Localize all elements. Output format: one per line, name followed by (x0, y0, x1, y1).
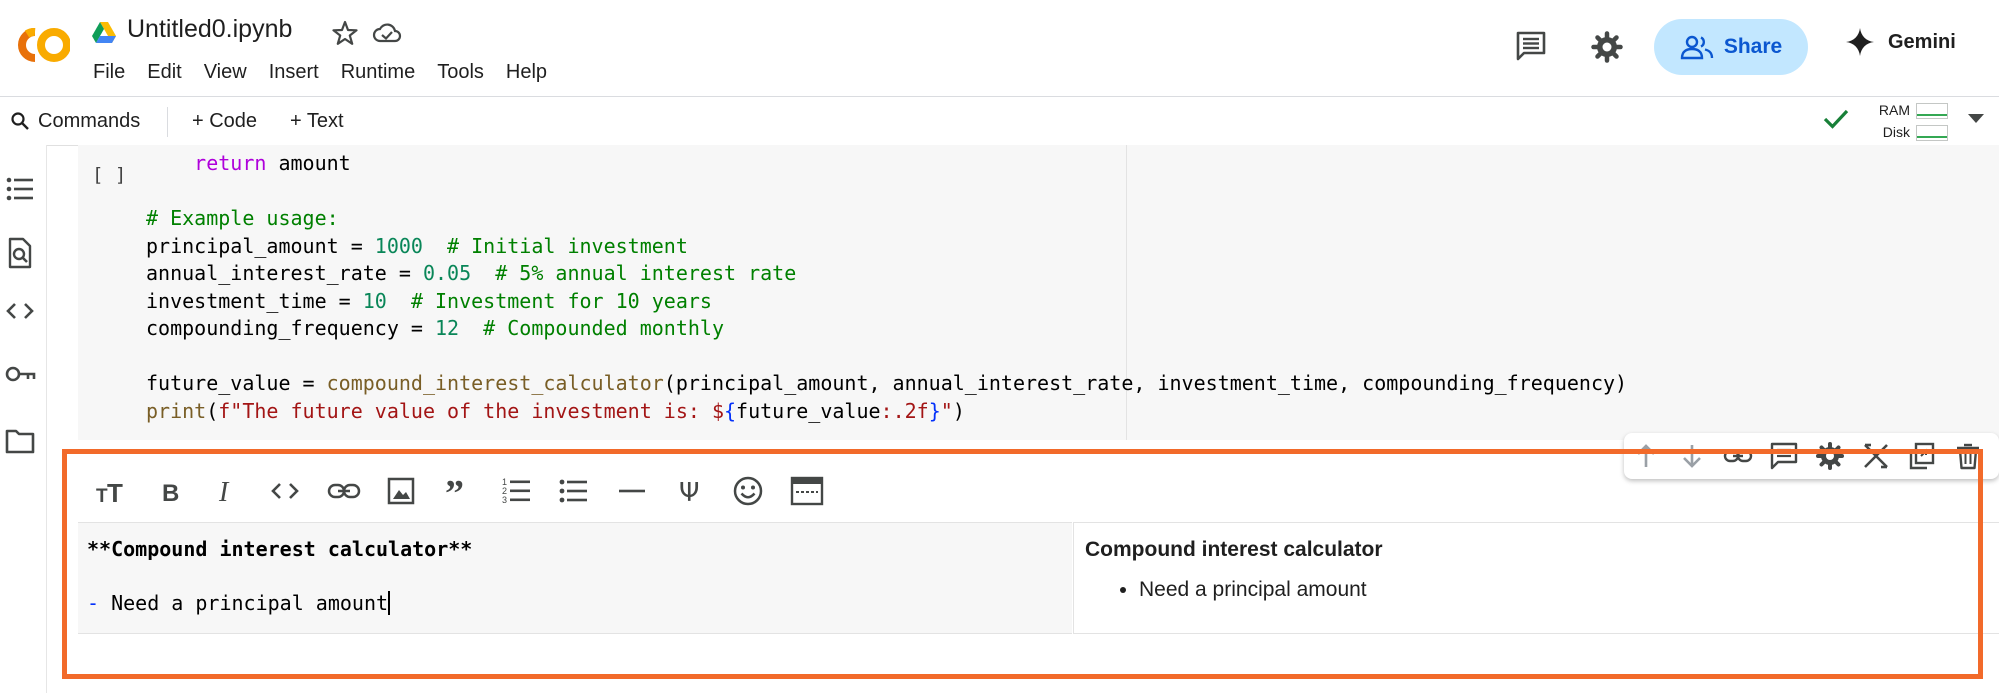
preview-heading: Compound interest calculator (1085, 538, 1383, 561)
horizontal-rule-icon[interactable] (613, 472, 651, 510)
run-cell-indicator[interactable]: [ ] (92, 164, 126, 186)
svg-text:Ψ: Ψ (679, 478, 699, 508)
gemini-button[interactable]: Gemini (1846, 28, 1956, 56)
link-icon[interactable] (325, 472, 363, 510)
svg-text:I: I (218, 477, 230, 508)
markdown-editor[interactable]: **Compound interest calculator** - Need … (78, 522, 1072, 634)
menu-view[interactable]: View (193, 59, 258, 86)
mirror-cell-icon[interactable] (1861, 441, 1891, 471)
gemini-label: Gemini (1888, 30, 1956, 53)
left-rail (0, 145, 47, 693)
commands-label: Commands (38, 109, 141, 132)
gemini-sparkle-icon (1846, 28, 1874, 56)
bulleted-list-icon[interactable] (555, 472, 593, 510)
share-label: Share (1723, 35, 1783, 58)
add-code-button[interactable]: + Code (192, 97, 257, 145)
copy-cell-icon[interactable] (1907, 441, 1937, 471)
find-replace-icon[interactable] (4, 237, 36, 269)
svg-text:B: B (162, 480, 179, 507)
code-editor[interactable]: return amount # Example usage: principal… (146, 150, 1627, 425)
link-cell-icon[interactable] (1723, 441, 1753, 471)
cloud-saved-icon[interactable] (372, 20, 402, 46)
markdown-preview: Compound interest calculator Need a prin… (1073, 522, 1999, 634)
table-of-contents-icon[interactable] (4, 173, 36, 205)
disk-label: Disk (1882, 124, 1910, 140)
bold-icon[interactable]: B (152, 472, 190, 510)
add-text-button[interactable]: + Text (290, 97, 344, 145)
image-icon[interactable] (382, 472, 420, 510)
move-down-icon[interactable] (1677, 441, 1707, 471)
resource-meter[interactable]: RAM Disk (1870, 100, 1948, 144)
cell-settings-icon[interactable] (1815, 441, 1845, 471)
italic-icon[interactable]: I (208, 472, 246, 510)
ram-label: RAM (1878, 102, 1910, 118)
google-drive-icon[interactable] (92, 21, 116, 43)
delete-icon[interactable] (1953, 441, 1983, 471)
preview-list-item: Need a principal amount (1139, 578, 1367, 602)
connected-check-icon (1822, 106, 1850, 132)
toolbar-divider (167, 107, 168, 137)
comments-icon[interactable] (1514, 30, 1548, 62)
code-icon[interactable] (266, 472, 304, 510)
commands-button[interactable]: Commands (10, 97, 140, 145)
svg-text:3: 3 (502, 495, 507, 505)
latex-psi-icon[interactable]: Ψ (671, 472, 709, 510)
table-icon[interactable] (788, 472, 826, 510)
ram-usage-bar (1916, 103, 1948, 119)
menu-edit[interactable]: Edit (136, 59, 192, 86)
star-icon[interactable] (332, 20, 358, 46)
secrets-key-icon[interactable] (4, 358, 36, 390)
people-icon (1680, 35, 1714, 60)
settings-gear-icon[interactable] (1590, 30, 1624, 64)
menu-tools[interactable]: Tools (426, 59, 495, 86)
notebook-title[interactable]: Untitled0.ipynb (127, 15, 292, 44)
cell-actions-toolbar (1624, 433, 1999, 479)
colab-logo[interactable] (8, 22, 70, 68)
preview-list: Need a principal amount (1119, 578, 1367, 602)
code-snippets-icon[interactable] (4, 295, 36, 327)
share-button[interactable]: Share (1654, 19, 1808, 75)
emoji-icon[interactable] (729, 472, 767, 510)
menu-insert[interactable]: Insert (258, 59, 330, 86)
move-up-icon[interactable] (1631, 441, 1661, 471)
menu-runtime[interactable]: Runtime (330, 59, 426, 86)
menu-file[interactable]: File (82, 59, 136, 86)
svg-text:T: T (107, 478, 123, 508)
search-icon (11, 112, 29, 130)
quote-icon[interactable]: ” (440, 472, 478, 510)
editor-bullet-text: Need a principal amount (99, 591, 389, 615)
comment-icon[interactable] (1769, 441, 1799, 471)
editor-line-heading[interactable]: **Compound interest calculator** (87, 537, 472, 561)
chevron-down-icon[interactable] (1968, 114, 1984, 123)
heading-icon[interactable]: TT (92, 472, 130, 510)
notebook-toolbar: Commands + Code + Text (0, 96, 1999, 146)
editor-line-bullet[interactable]: - Need a principal amount (87, 591, 391, 615)
files-folder-icon[interactable] (4, 425, 36, 457)
menu-help[interactable]: Help (495, 59, 558, 86)
svg-text:”: ” (445, 474, 464, 508)
text-cursor (388, 591, 391, 615)
numbered-list-icon[interactable]: 123 (498, 472, 536, 510)
menu-bar: File Edit View Insert Runtime Tools Help (82, 59, 558, 86)
disk-usage-bar (1916, 125, 1948, 141)
app-header: Untitled0.ipynb File Edit View Insert Ru… (0, 0, 1999, 96)
